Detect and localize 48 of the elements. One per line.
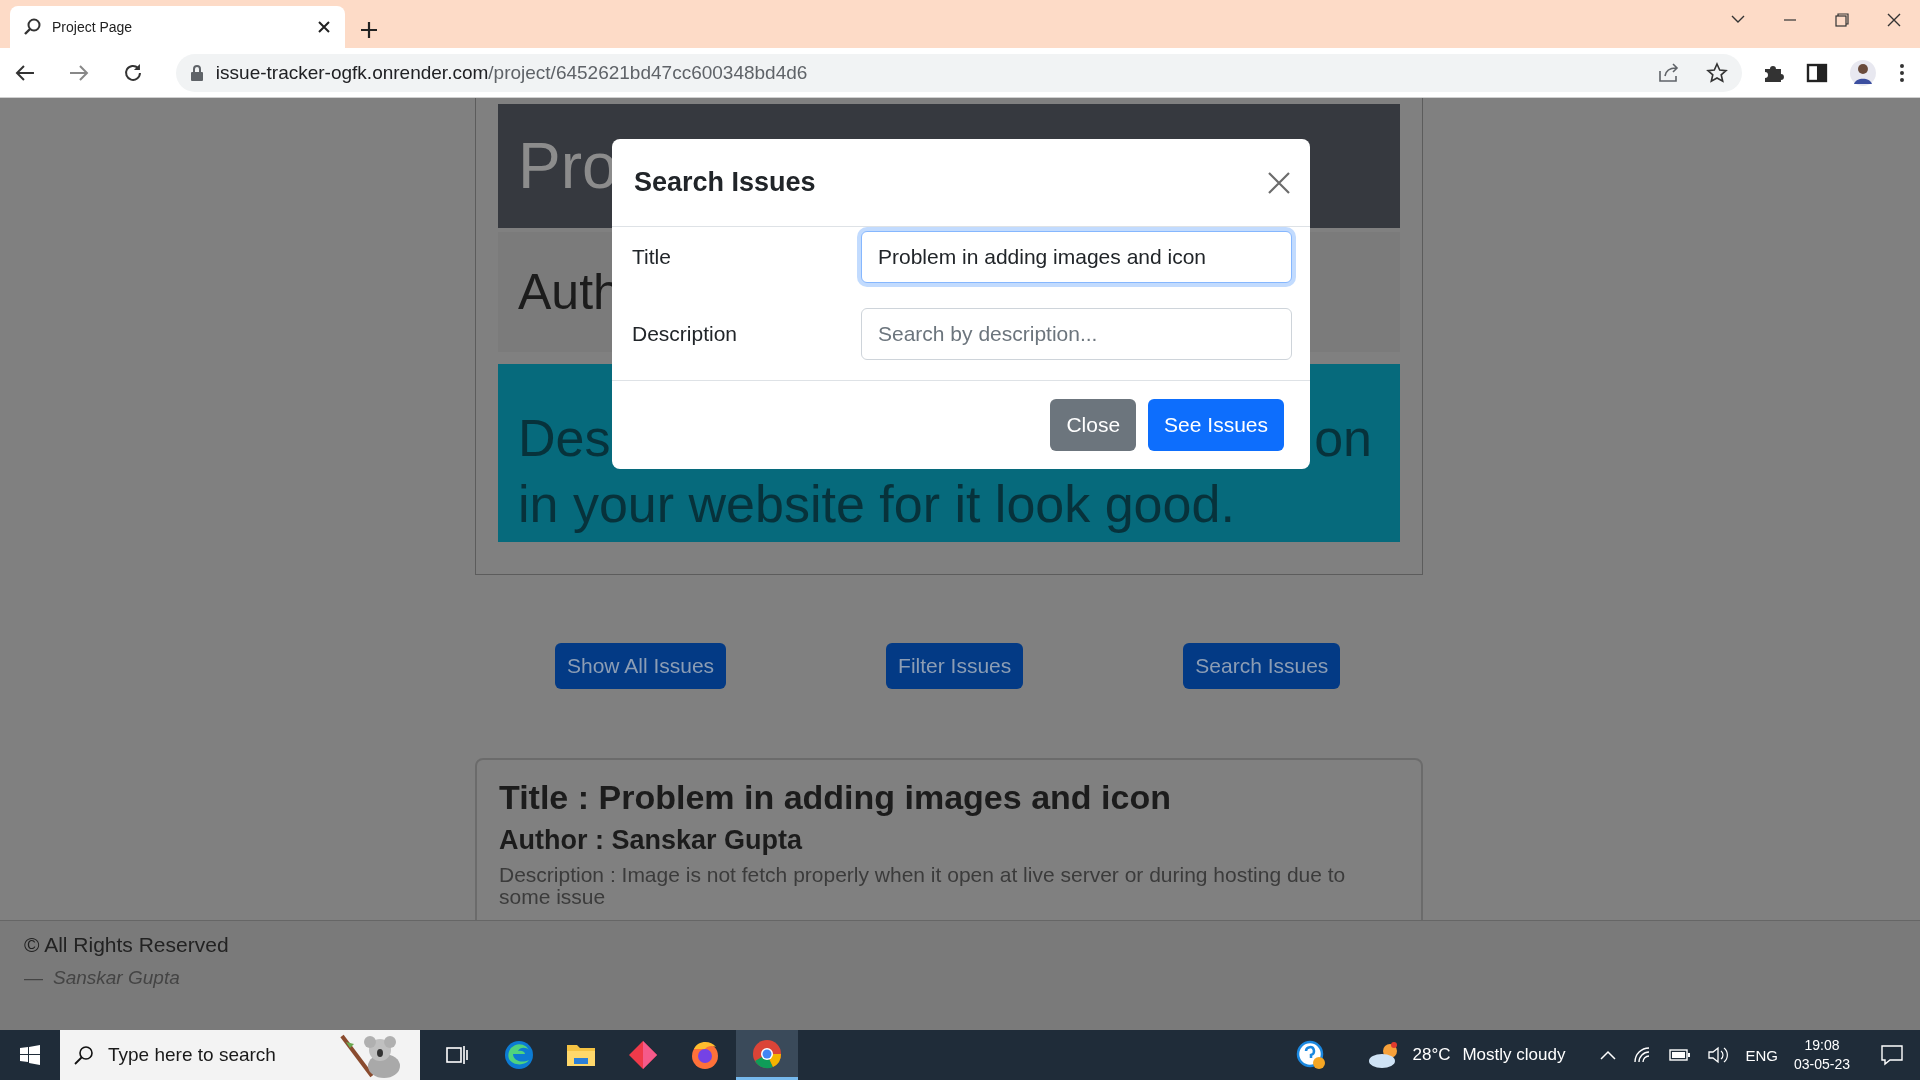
share-icon[interactable] — [1658, 62, 1681, 83]
task-view-icon — [445, 1044, 469, 1066]
sidebar-icon[interactable] — [1806, 61, 1829, 84]
language-indicator[interactable]: ENG — [1745, 1046, 1778, 1064]
dash-text: — — [24, 967, 43, 989]
new-tab-icon[interactable] — [359, 20, 379, 40]
chrome-icon — [751, 1037, 783, 1070]
address-bar[interactable]: issue-tracker-ogfk.onrender.com/project/6452621bd47cc600348bd4d6 — [175, 53, 1743, 92]
chevron-up-icon[interactable] — [1599, 1049, 1618, 1061]
folder-icon — [566, 1042, 596, 1068]
description-fragment: on — [1314, 408, 1372, 469]
help-icon[interactable] — [1296, 1040, 1327, 1070]
issue-title: Title : Problem in adding images and icon — [499, 778, 1172, 817]
browser-icon — [503, 1039, 535, 1071]
copyright-text: © All Rights Reserved — [24, 933, 230, 957]
description-fragment: Des — [518, 408, 611, 469]
url-text: issue-tracker-ogfk.onrender.com/project/6452621bd47cc600348bd4d6 — [215, 61, 809, 84]
input-field[interactable]: Problem in adding images and icon — [861, 231, 1292, 283]
dialog-title: Search Issues — [634, 167, 816, 198]
windows-icon[interactable] — [20, 1045, 40, 1065]
star-icon[interactable] — [1706, 61, 1729, 84]
speaker-icon[interactable] — [1707, 1046, 1730, 1064]
lock-icon — [189, 64, 204, 81]
issue-author: Author : Sanskar Gupta — [499, 825, 804, 856]
action-button[interactable]: Search Issues — [1183, 643, 1341, 689]
avatar-icon[interactable] — [1850, 59, 1877, 86]
input-field[interactable]: Search by description... — [861, 308, 1292, 360]
search-icon — [24, 18, 42, 36]
field-label: Description — [632, 322, 739, 346]
notification-icon[interactable] — [1880, 1044, 1904, 1066]
taskbar-search[interactable]: Type here to search — [60, 1030, 420, 1080]
action-button[interactable]: Show All Issues — [555, 643, 727, 689]
issue-description: Description : Image is not fetch properly when it open at live server or during hosting due to some issue — [499, 864, 1347, 909]
dialog-button[interactable]: Close — [1050, 399, 1137, 451]
close-icon[interactable] — [317, 20, 331, 34]
search-icon — [74, 1045, 94, 1065]
menu-icon[interactable] — [1898, 61, 1907, 84]
field-label: Title — [632, 245, 672, 269]
diamond-icon — [627, 1039, 659, 1071]
firefox-icon — [689, 1039, 721, 1071]
weather-text: Mostly cloudy — [1462, 1045, 1566, 1065]
clock[interactable]: 19:08 03-05-23 — [1793, 1036, 1850, 1074]
description-text: in your website for it look good. — [518, 475, 1235, 533]
dialog-button[interactable]: See Issues — [1148, 399, 1284, 451]
battery-icon[interactable] — [1669, 1049, 1692, 1061]
temperature-text: 28°C — [1412, 1045, 1451, 1065]
browser-tab[interactable]: Project Page — [10, 6, 345, 48]
action-button[interactable]: Filter Issues — [886, 643, 1024, 689]
